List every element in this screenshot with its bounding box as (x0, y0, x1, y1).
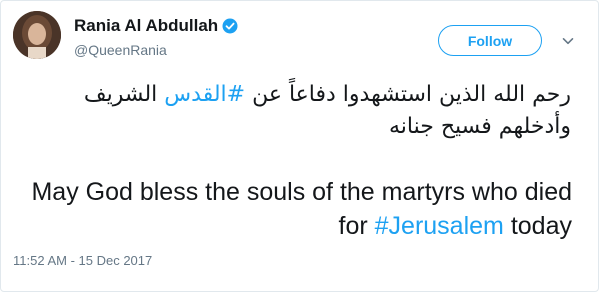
tweet-text-arabic: رحم الله الذين استشهدوا دفاعاً عن #القدس… (11, 79, 571, 143)
user-handle[interactable]: @QueenRania (74, 42, 238, 58)
follow-button[interactable]: Follow (438, 25, 542, 56)
hashtag-link-jerusalem[interactable]: #Jerusalem (375, 212, 504, 240)
tweet-text-english: May God bless the souls of the martyrs w… (12, 175, 572, 243)
chevron-down-icon[interactable] (562, 35, 574, 47)
author-info: Rania Al Abdullah @QueenRania (74, 16, 238, 58)
avatar[interactable] (13, 11, 61, 59)
display-name[interactable]: Rania Al Abdullah (74, 16, 218, 36)
verified-badge-icon (222, 18, 238, 34)
avatar-image (13, 11, 61, 59)
arabic-text-part1: رحم الله الذين استشهدوا دفاعاً عن (252, 82, 571, 107)
english-text-part2: today (510, 212, 572, 240)
hashtag-link-arabic[interactable]: #القدس (164, 82, 245, 107)
tweet-timestamp[interactable]: 11:52 AM - 15 Dec 2017 (13, 253, 152, 268)
tweet-card: Rania Al Abdullah @QueenRania Follow رحم… (0, 0, 599, 292)
